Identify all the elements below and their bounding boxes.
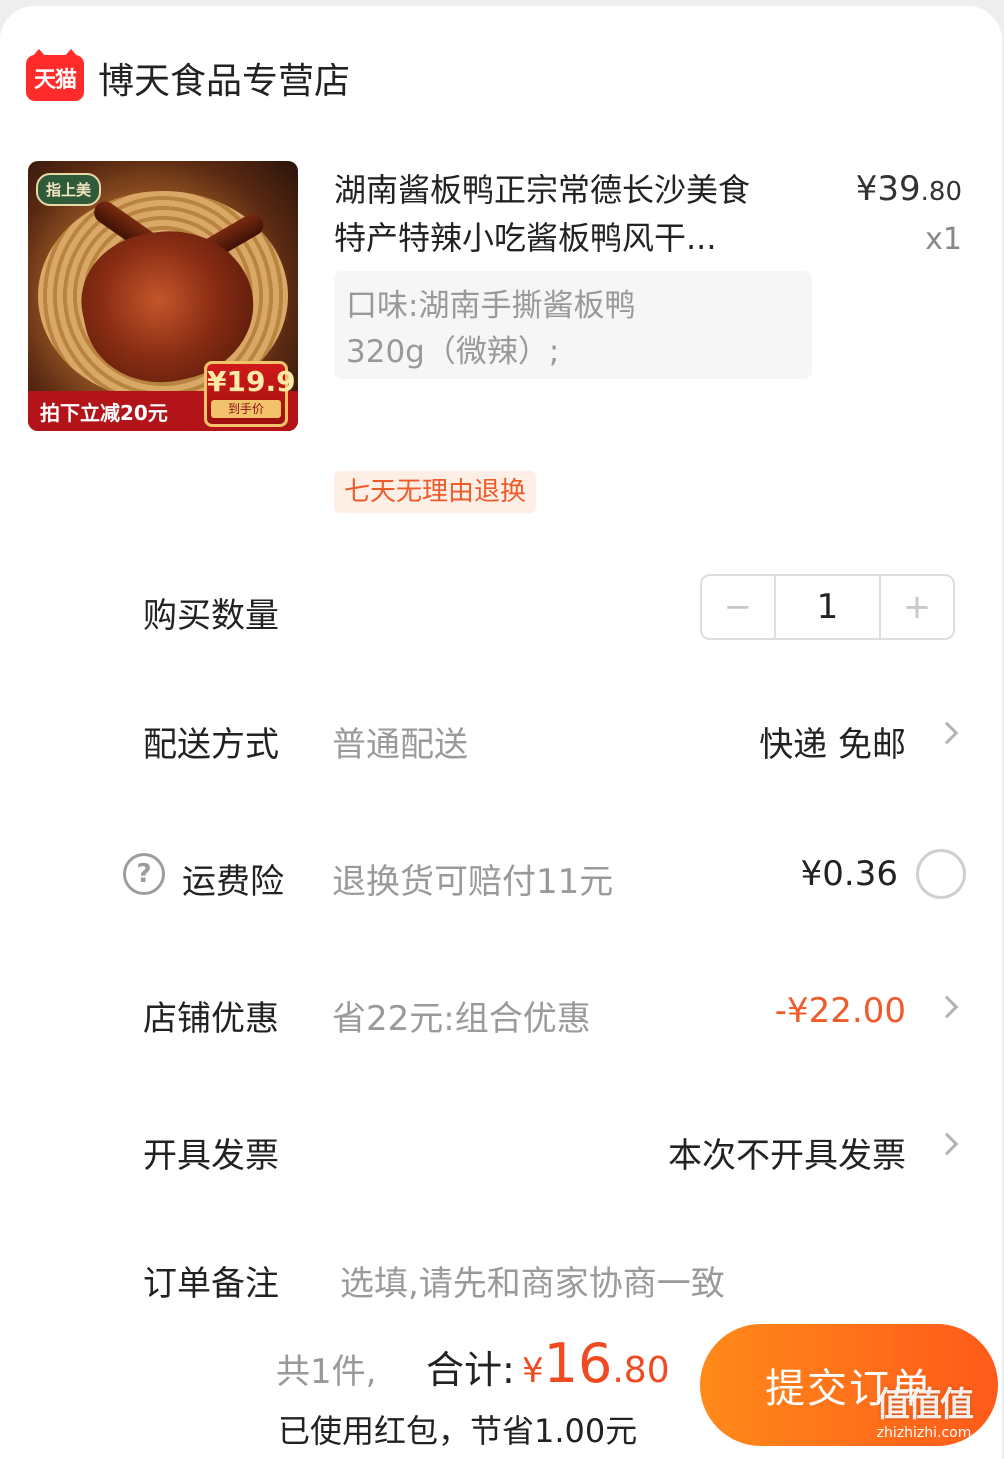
product-price-cents: .80 xyxy=(920,177,962,207)
product-title-line2: 特产特辣小吃酱板鸭风干... xyxy=(334,219,717,257)
insurance-label: 运费险 xyxy=(182,862,284,902)
delivery-method: 普通配送 xyxy=(332,725,468,765)
decrement-button[interactable]: − xyxy=(702,576,774,638)
thumb-badge-price: ¥19.9 xyxy=(207,365,296,398)
store-discount-description: 省22元:组合优惠 xyxy=(332,999,591,1039)
delivery-value: 快递 免邮 xyxy=(759,725,906,765)
order-note-label: 订单备注 xyxy=(143,1264,279,1304)
product-price-symbol: ¥ xyxy=(855,169,878,209)
quantity-label: 购买数量 xyxy=(143,596,279,636)
watermark-logo: 值值值 xyxy=(876,1385,974,1425)
insurance-radio[interactable] xyxy=(916,849,966,899)
thumb-promo-text: 拍下立减20元 xyxy=(40,400,168,425)
product-price-int: 39 xyxy=(877,169,921,209)
watermark-url: zhizhizhi.com xyxy=(876,1425,972,1441)
delivery-label: 配送方式 xyxy=(143,725,279,765)
total-amount: ¥16.80 xyxy=(522,1332,670,1395)
chevron-right-icon xyxy=(935,1132,959,1156)
product-quantity: x1 xyxy=(925,222,962,257)
shop-name[interactable]: 博天食品专营店 xyxy=(98,52,350,104)
savings-note: 已使用红包，节省1.00元 xyxy=(278,1412,638,1450)
shop-header[interactable]: 天猫 博天食品专营店 xyxy=(26,49,350,106)
help-icon[interactable]: ? xyxy=(123,853,165,895)
quantity-input[interactable]: 1 xyxy=(774,576,881,638)
watermark: 值值值 zhizhizhi.com xyxy=(854,1385,994,1445)
store-discount-value: -¥22.00 xyxy=(774,991,906,1031)
thumb-brand-logo: 指上美 xyxy=(36,173,102,206)
total-label: 合计: xyxy=(426,1348,515,1392)
insurance-price: ¥0.36 xyxy=(800,854,898,894)
return-policy-tag: 七天无理由退换 xyxy=(334,471,537,513)
product-price: ¥39.80 xyxy=(856,169,962,209)
sku-box[interactable]: 口味:湖南手撕酱板鸭 320g（微辣）; xyxy=(334,271,812,379)
quantity-stepper: − 1 + xyxy=(700,574,955,640)
total-symbol: ¥ xyxy=(522,1351,544,1391)
product-image[interactable]: 指上美 拍下立减20元 ¥19.9 到手价 xyxy=(28,161,298,431)
chevron-right-icon xyxy=(935,995,959,1019)
order-card: 天猫 博天食品专营店 指上美 拍下立减20元 ¥19.9 到手价 湖南酱板鸭正宗… xyxy=(0,6,1002,1459)
product-title-line1: 湖南酱板鸭正宗常德长沙美食 xyxy=(334,171,751,209)
invoice-value: 本次不开具发票 xyxy=(668,1136,906,1176)
item-count: 共1件, xyxy=(276,1352,377,1392)
total-cents: .80 xyxy=(612,1350,670,1391)
thumb-price-badge: ¥19.9 到手价 xyxy=(204,361,296,427)
thumb-badge-label: 到手价 xyxy=(211,400,281,418)
insurance-description: 退换货可赔付11元 xyxy=(332,862,614,902)
chevron-right-icon xyxy=(935,721,959,745)
order-note-input[interactable]: 选填,请先和商家协商一致 xyxy=(340,1256,725,1305)
invoice-label: 开具发票 xyxy=(143,1136,279,1176)
sku-line2: 320g（微辣）; xyxy=(346,334,560,370)
store-discount-label: 店铺优惠 xyxy=(143,999,279,1039)
sku-line1: 口味:湖南手撕酱板鸭 xyxy=(346,288,636,324)
product-title[interactable]: 湖南酱板鸭正宗常德长沙美食 特产特辣小吃酱板鸭风干... xyxy=(334,166,814,262)
increment-button[interactable]: + xyxy=(881,576,953,638)
total-int: 16 xyxy=(543,1332,613,1395)
tmall-logo: 天猫 xyxy=(26,49,84,101)
